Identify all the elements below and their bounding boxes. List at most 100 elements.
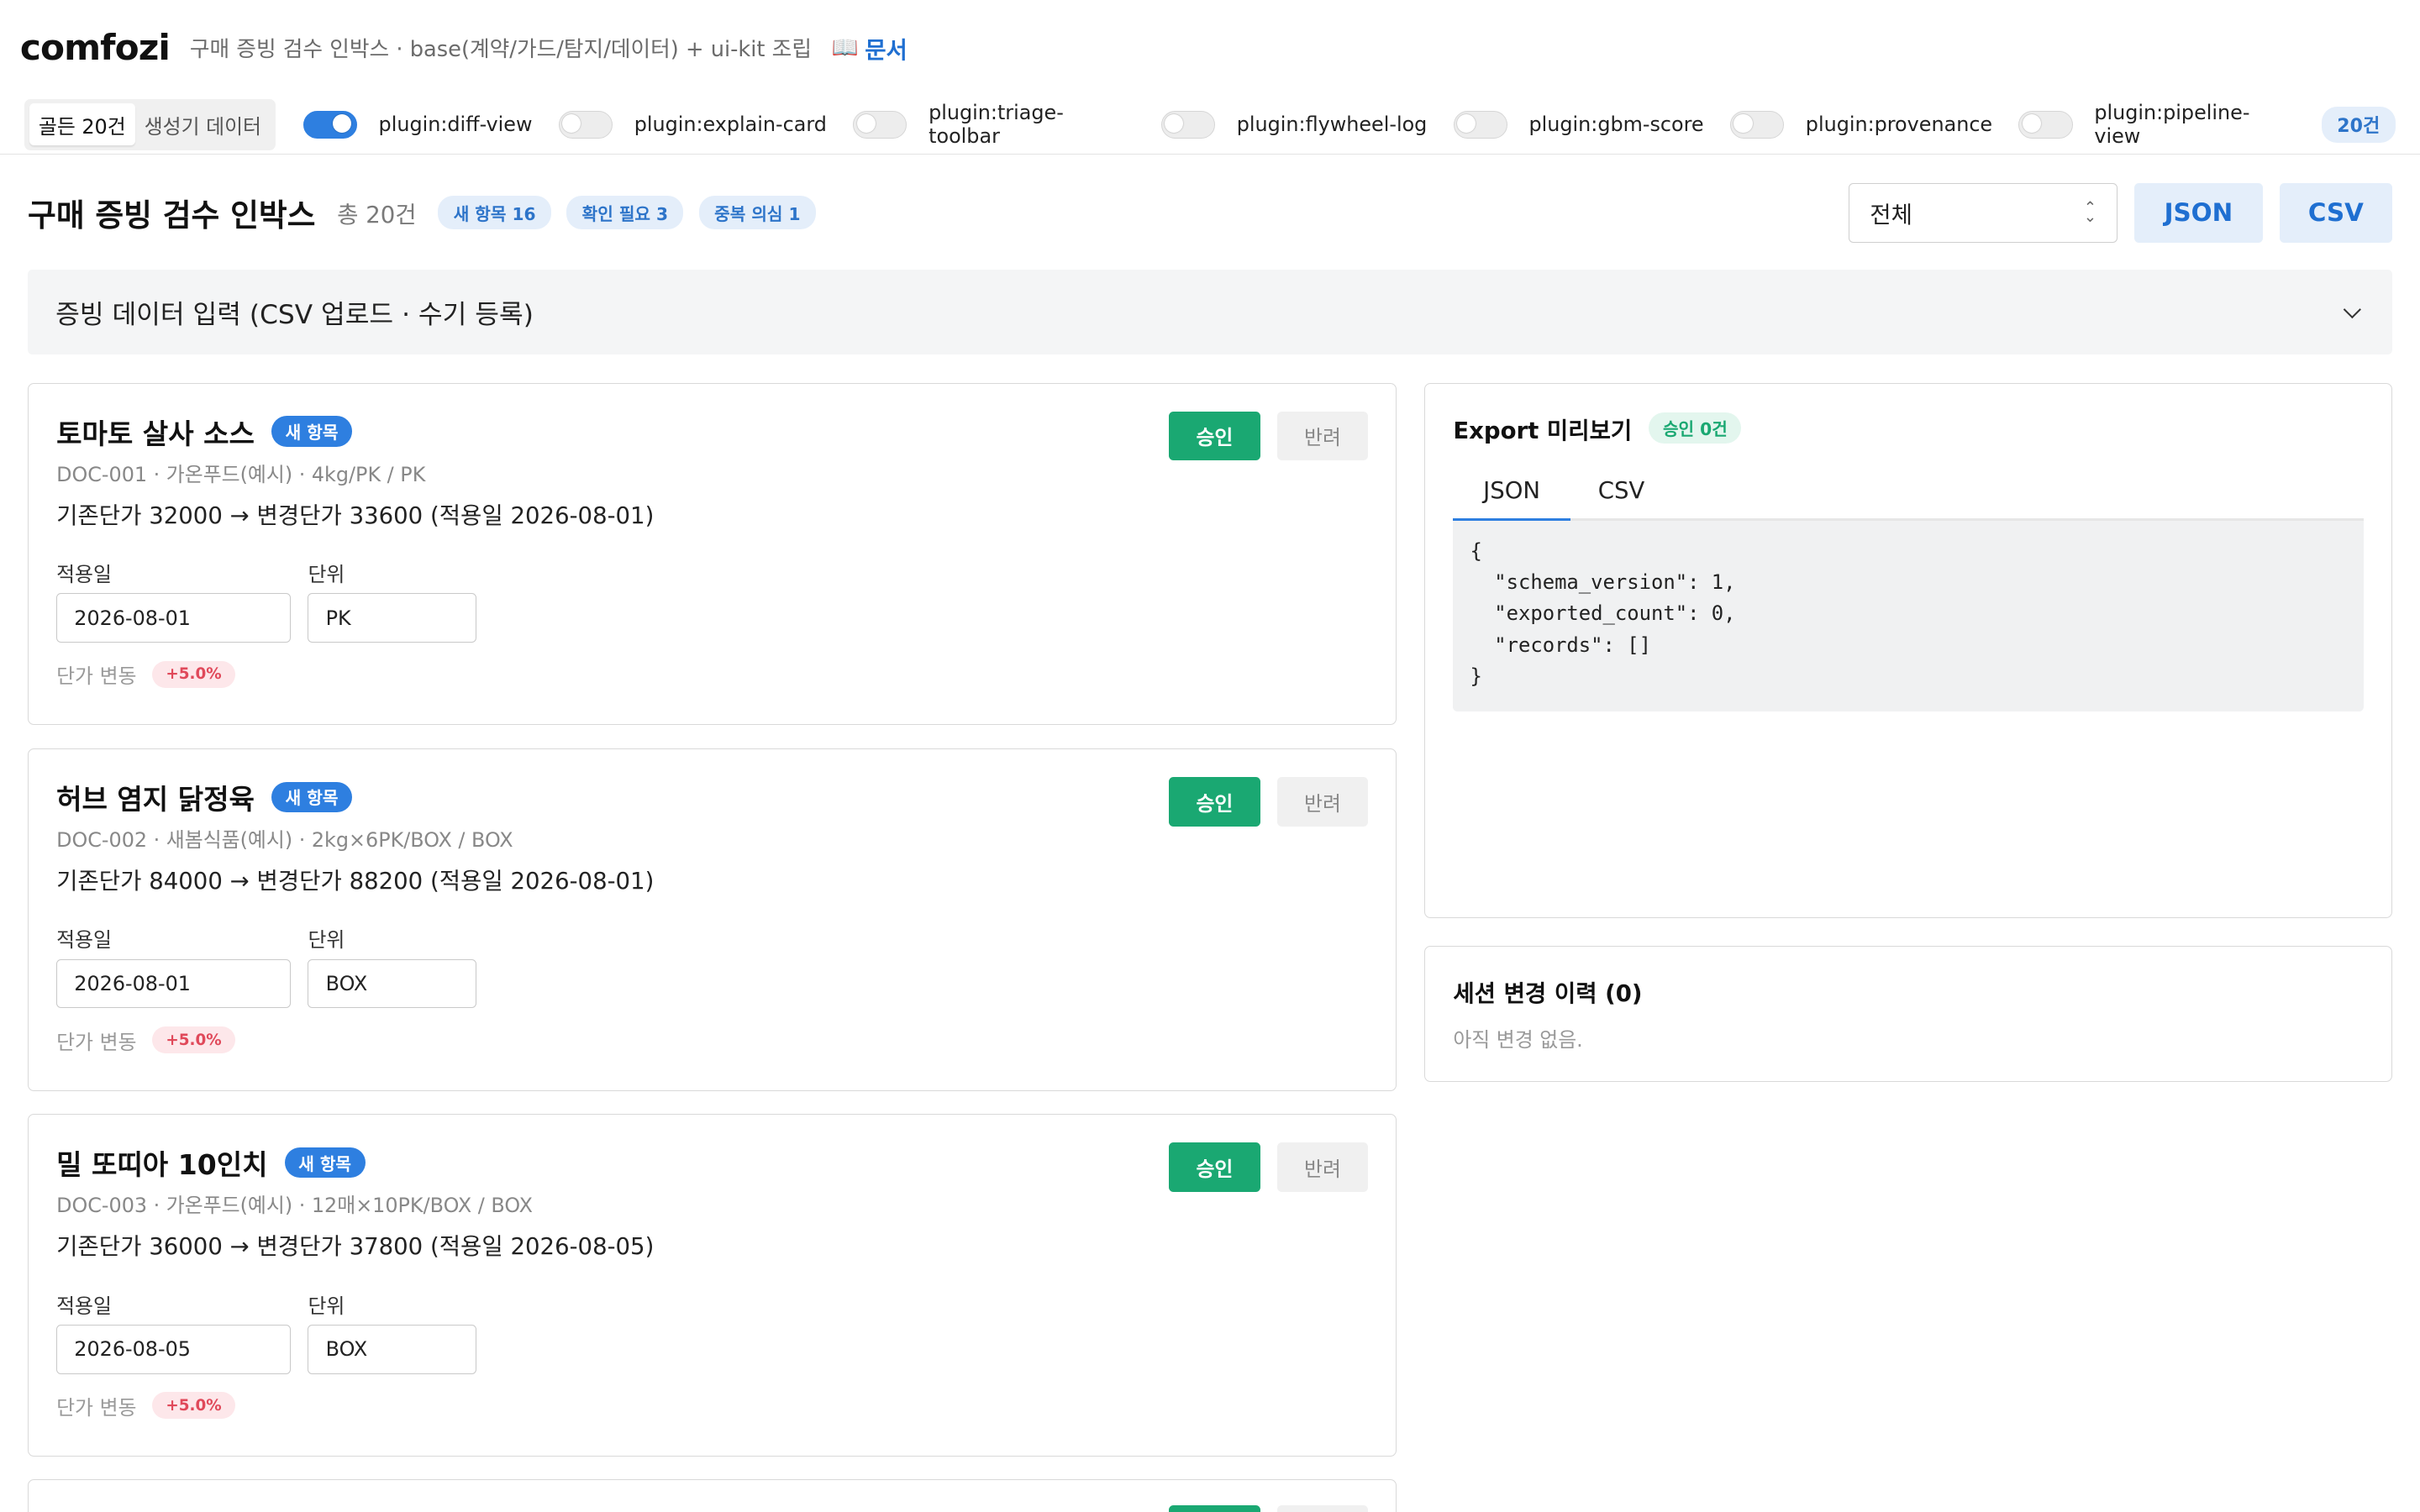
price-change-line: 기존단가 32000 → 변경단가 33600 (적용일 2026-08-01) <box>56 501 655 529</box>
date-field-group: 적용일 2026-08-01 <box>56 558 292 643</box>
reject-button[interactable]: 반려 <box>1276 411 1369 461</box>
unit-field-group: 단위 BOX <box>308 923 476 1009</box>
plugin-label: plugin:flywheel-log <box>1236 113 1428 137</box>
price-delta-label: 단가 변동 <box>56 1030 137 1054</box>
effective-date-input[interactable]: 2026-08-01 <box>56 593 292 643</box>
segment-generator[interactable]: 생성기 데이터 <box>135 103 271 145</box>
plugin-toggles: plugin:diff-view plugin:explain-card plu… <box>302 101 2396 148</box>
reject-button[interactable] <box>1276 1504 1369 1512</box>
card-title: 허브 염지 닭정육 <box>56 782 255 816</box>
toggle-switch[interactable] <box>1453 110 1507 139</box>
date-field-group: 적용일 2026-08-01 <box>56 923 292 1009</box>
toggle-switch[interactable] <box>853 110 908 139</box>
plugin-toggle-explain-card[interactable]: plugin:explain-card <box>558 110 827 139</box>
export-csv-button[interactable]: CSV <box>2279 182 2392 244</box>
book-icon: 📖 <box>831 34 859 60</box>
code-line: "exported_count": 0, <box>1470 601 1736 626</box>
export-json-button[interactable]: JSON <box>2134 182 2263 244</box>
inbox-list: 토마토 살사 소스 새 항목 승인 반려 DOC-001 · 가온푸드(예시) … <box>28 382 1397 1512</box>
inbox-card: 토마토 살사 소스 새 항목 승인 반려 DOC-001 · 가온푸드(예시) … <box>28 382 1397 726</box>
plugin-toggle-triage-toolbar[interactable]: plugin:triage-toolbar <box>853 101 1134 148</box>
export-header: Export 미리보기 승인 0건 <box>1453 412 2364 445</box>
toggle-switch[interactable] <box>1729 110 1785 139</box>
filter-select-value: 전체 <box>1870 202 1912 229</box>
unit-field-label: 단위 <box>308 1294 345 1318</box>
plugin-label: plugin:diff-view <box>378 113 533 137</box>
card-actions: 승인 반려 <box>1169 411 1369 461</box>
toggle-switch[interactable] <box>1160 110 1216 139</box>
export-title: Export 미리보기 <box>1453 417 1633 444</box>
date-field-label: 적용일 <box>56 1294 112 1318</box>
card-title: 토마토 살사 소스 <box>56 417 255 450</box>
date-field-label: 적용일 <box>56 562 112 586</box>
unit-input[interactable]: PK <box>308 593 476 643</box>
card-title: 밀 또띠아 10인치 <box>56 1148 268 1182</box>
app-tagline: 구매 증빙 검수 인박스 · base(계약/가드/탐지/데이터) + ui-k… <box>189 37 812 63</box>
tab-csv[interactable]: CSV <box>1570 464 1672 518</box>
data-input-label: 증빙 데이터 입력 (CSV 업로드 · 수기 등록) <box>55 300 534 331</box>
approve-button[interactable] <box>1169 1504 1260 1512</box>
reject-button[interactable]: 반려 <box>1276 776 1369 827</box>
export-code-preview: { "schema_version": 1, "exported_count":… <box>1453 520 2364 712</box>
app-page: comfozi 구매 증빙 검수 인박스 · base(계약/가드/탐지/데이터… <box>0 0 2420 1512</box>
export-tabs: JSON CSV <box>1453 464 2364 522</box>
approve-button[interactable]: 승인 <box>1169 1142 1260 1192</box>
price-delta-badge: +5.0% <box>151 1392 236 1420</box>
approve-button[interactable]: 승인 <box>1169 411 1260 461</box>
card-fields: 적용일 2026-08-01 단위 PK <box>56 558 1368 643</box>
price-delta-badge: +5.0% <box>151 1026 236 1054</box>
price-delta-label: 단가 변동 <box>56 664 137 689</box>
history-title: 세션 변경 이력 (0) <box>1453 979 1643 1007</box>
filter-select[interactable]: 전체 ⌃ ⌄ <box>1849 182 2118 244</box>
dataset-segmented-control: 골든 20건 생성기 데이터 <box>24 98 276 150</box>
toggle-switch[interactable] <box>558 110 613 139</box>
approved-count-badge: 승인 0건 <box>1649 412 1742 444</box>
card-meta: DOC-003 · 가온푸드(예시) · 12매×10PK/BOX / BOX <box>56 1194 533 1218</box>
inbox-card-partial <box>28 1479 1397 1512</box>
toggle-switch[interactable] <box>302 110 357 139</box>
code-line: { <box>1470 538 1482 563</box>
plugin-label: plugin:explain-card <box>634 113 827 137</box>
new-item-badge: 새 항목 <box>284 1147 366 1179</box>
total-count: 총 20건 <box>337 202 417 229</box>
plugin-toggle-pipeline-view[interactable]: plugin:pipeline-view <box>2018 101 2295 148</box>
data-input-collapsible[interactable]: 증빙 데이터 입력 (CSV 업로드 · 수기 등록) <box>28 270 2392 355</box>
app-header: comfozi 구매 증빙 검수 인박스 · base(계약/가드/탐지/데이터… <box>0 0 2420 96</box>
tab-json[interactable]: JSON <box>1453 464 1570 522</box>
unit-field-label: 단위 <box>308 928 345 953</box>
toggle-switch[interactable] <box>2018 110 2073 139</box>
date-field-group: 적용일 2026-08-05 <box>56 1289 292 1374</box>
price-delta-row: 단가 변동 +5.0% <box>56 1026 1368 1055</box>
price-change-line: 기존단가 36000 → 변경단가 37800 (적용일 2026-08-05) <box>56 1233 655 1261</box>
docs-link[interactable]: 📖 문서 <box>832 31 908 65</box>
plugin-toggle-provenance[interactable]: plugin:provenance <box>1729 110 1992 139</box>
code-line: } <box>1470 664 1482 689</box>
plugin-toggle-flywheel-log[interactable]: plugin:flywheel-log <box>1160 110 1428 139</box>
segment-golden[interactable]: 골든 20건 <box>29 103 135 146</box>
card-actions: 승인 반려 <box>1169 1142 1369 1192</box>
reject-button[interactable]: 반려 <box>1276 1142 1369 1192</box>
effective-date-input[interactable]: 2026-08-05 <box>56 1324 292 1374</box>
record-count-badge: 20건 <box>2321 106 2396 143</box>
card-meta: DOC-002 · 새봄식품(예시) · 2kg×6PK/BOX / BOX <box>56 828 513 853</box>
plugin-toggle-diff-view[interactable]: plugin:diff-view <box>302 110 533 139</box>
unit-field-label: 단위 <box>308 562 345 586</box>
docs-link-label: 문서 <box>865 36 908 64</box>
price-delta-label: 단가 변동 <box>56 1395 137 1420</box>
date-field-label: 적용일 <box>56 928 112 953</box>
card-actions: 승인 반려 <box>1169 776 1369 827</box>
inbox-card: 밀 또띠아 10인치 새 항목 승인 반려 DOC-003 · 가온푸드(예시)… <box>28 1114 1397 1457</box>
card-fields: 적용일 2026-08-01 단위 BOX <box>56 923 1368 1009</box>
approve-button[interactable]: 승인 <box>1169 776 1260 827</box>
unit-input[interactable]: BOX <box>308 1324 476 1374</box>
unit-field-group: 단위 PK <box>308 558 476 643</box>
inbox-card: 허브 염지 닭정육 새 항목 승인 반려 DOC-002 · 새봄식품(예시) … <box>28 748 1397 1091</box>
plugin-label: plugin:pipeline-view <box>2094 101 2250 149</box>
plugin-toggle-gbm-score[interactable]: plugin:gbm-score <box>1453 110 1704 139</box>
toolbar: 골든 20건 생성기 데이터 plugin:diff-view plugin:e… <box>0 96 2420 155</box>
chip-new: 새 항목 16 <box>438 196 551 230</box>
code-line: "records": [] <box>1470 633 1651 657</box>
price-delta-badge: +5.0% <box>151 660 236 688</box>
unit-input[interactable]: BOX <box>308 958 476 1009</box>
effective-date-input[interactable]: 2026-08-01 <box>56 958 292 1009</box>
